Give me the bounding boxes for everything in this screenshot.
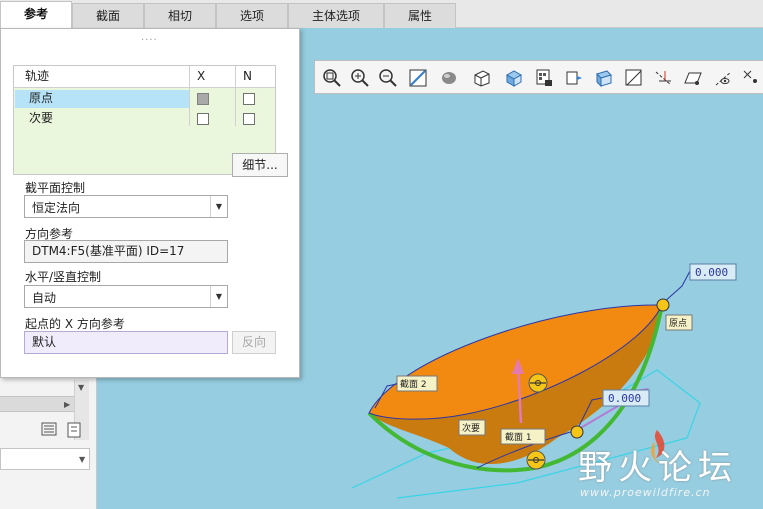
zoom-out-icon[interactable] <box>377 67 399 89</box>
datum-axis-display-icon[interactable] <box>653 67 675 89</box>
x-checkbox[interactable] <box>197 113 209 125</box>
section1-label: 截面 1 <box>505 431 532 443</box>
panel-grip[interactable]: .... <box>141 32 158 43</box>
header-trajectory: 轨迹 <box>25 69 50 83</box>
view-toolbar <box>314 60 763 94</box>
tab-options[interactable]: 选项 <box>216 3 288 28</box>
tab-sections[interactable]: 截面 <box>72 3 144 28</box>
annotation-display-icon[interactable] <box>741 67 763 89</box>
n-checkbox[interactable] <box>243 113 255 125</box>
flip-button[interactable]: 反向 <box>232 331 276 354</box>
origin-point-handle[interactable] <box>656 298 670 312</box>
chevron-down-icon: ▼ <box>210 286 227 307</box>
named-view-icon[interactable] <box>503 67 525 89</box>
row-name: 次要 <box>29 111 54 125</box>
secondary-label: 次要 <box>462 422 480 434</box>
section-plane-control-select[interactable]: 恒定法向 ▼ <box>24 195 228 218</box>
dimension-value: 0.000 <box>695 266 728 279</box>
scroll-down-icon: ▼ <box>78 383 85 392</box>
header-n: N <box>243 69 252 83</box>
display-style-icon[interactable] <box>533 67 555 89</box>
header-x: X <box>197 69 206 83</box>
datum-point-display-icon[interactable] <box>683 67 705 89</box>
row-name: 原点 <box>29 91 54 105</box>
direction-reference-collector[interactable]: DTM4:F5(基准平面) ID=17 <box>24 240 228 263</box>
origin-label: 原点 <box>669 318 687 329</box>
start-x-direction-label: 起点的 X 方向参考 <box>25 317 125 331</box>
x-checkbox[interactable] <box>197 93 209 105</box>
horizontal-vertical-control-select[interactable]: 自动 ▼ <box>24 285 228 308</box>
table-row[interactable]: 原点 <box>14 90 275 108</box>
tab-references[interactable]: 参考 <box>0 1 72 29</box>
shading-icon[interactable] <box>439 67 461 89</box>
dim-leader <box>662 270 691 304</box>
zoom-refit-icon[interactable] <box>321 67 343 89</box>
chevron-down-icon: ▼ <box>210 196 227 217</box>
details-button[interactable]: 细节... <box>232 153 288 177</box>
scroll-right-icon: ▶ <box>64 400 71 409</box>
tab-body-options[interactable]: 主体选项 <box>288 3 384 28</box>
tree-tool-icons <box>40 420 90 440</box>
tree-filter-combo[interactable]: ▼ <box>0 448 90 470</box>
n-checkbox[interactable] <box>243 93 255 105</box>
datum-plane-display-icon[interactable] <box>623 67 645 89</box>
list-settings-icon[interactable] <box>40 420 90 440</box>
spin-center-icon[interactable] <box>563 67 585 89</box>
selected-value: 恒定法向 <box>32 201 81 215</box>
dimension-value: 0.000 <box>608 392 641 405</box>
repaint-icon[interactable] <box>407 67 429 89</box>
horizontal-vertical-control-label: 水平/竖直控制 <box>25 270 102 284</box>
selected-value: 自动 <box>32 291 57 305</box>
horizontal-scrollbar[interactable]: ▶ <box>0 396 74 412</box>
references-panel: .... 轨迹 X N 原点 次要 细节... 截平面控制 恒定法向 ▼ 方向参… <box>0 28 300 378</box>
saved-views-icon[interactable] <box>471 67 493 89</box>
perspective-icon[interactable] <box>593 67 615 89</box>
coordinate-system-display-icon[interactable] <box>713 67 735 89</box>
chevron-down-icon: ▼ <box>79 455 86 464</box>
tab-properties[interactable]: 属性 <box>384 3 456 28</box>
section-plane-control-label: 截平面控制 <box>25 181 86 195</box>
forum-watermark-url: www.proewildfire.cn <box>580 486 711 499</box>
start-point-handle[interactable] <box>570 425 584 439</box>
dashboard-tab-bar: 参考 截面 相切 选项 主体选项 属性 <box>0 0 763 29</box>
forum-watermark: 野火论坛 <box>578 448 738 488</box>
zoom-in-icon[interactable] <box>349 67 371 89</box>
section2-label: 截面 2 <box>400 378 427 390</box>
start-x-direction-collector[interactable]: 默认 <box>24 331 228 354</box>
table-row[interactable]: 次要 <box>14 110 275 128</box>
tab-tangency[interactable]: 相切 <box>144 3 216 28</box>
